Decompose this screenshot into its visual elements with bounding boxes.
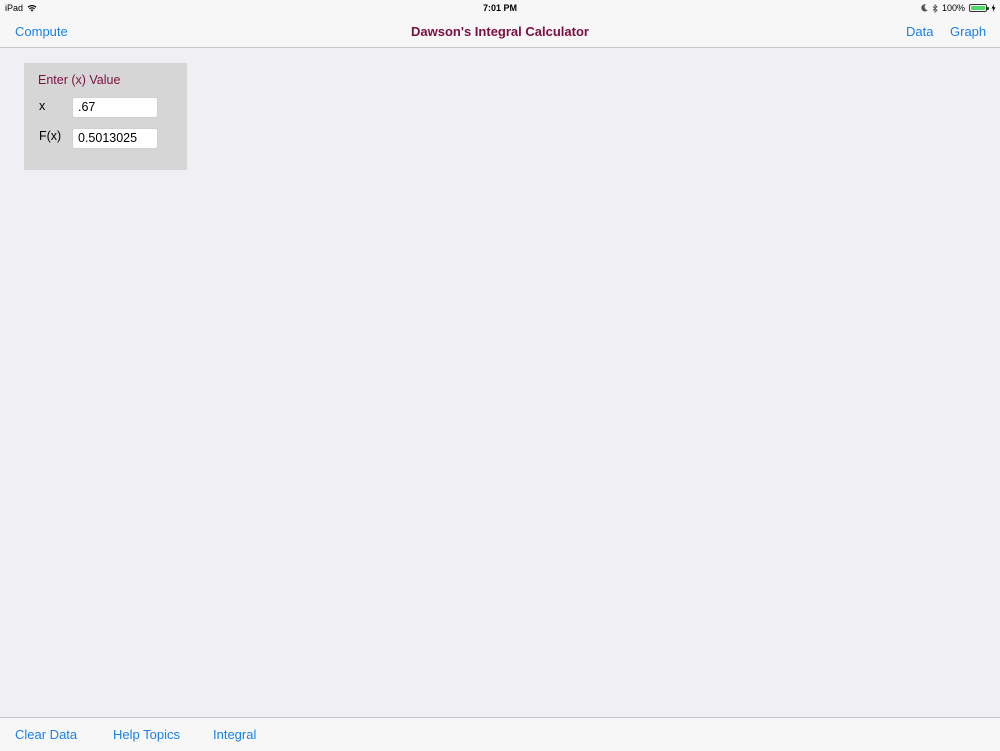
status-bar: iPad 7:01 PM 100%	[0, 0, 1000, 16]
status-right: 100%	[921, 3, 996, 13]
clear-data-button[interactable]: Clear Data	[15, 727, 77, 742]
charging-bolt-icon	[991, 4, 996, 12]
moon-icon	[921, 4, 928, 12]
panel-heading: Enter (x) Value	[38, 73, 121, 87]
integral-button[interactable]: Integral	[213, 727, 256, 742]
page-title: Dawson's Integral Calculator	[411, 24, 589, 39]
graph-button[interactable]: Graph	[950, 24, 986, 39]
bottom-toolbar: Clear Data Help Topics Integral	[0, 717, 1000, 751]
navigation-bar: Compute Dawson's Integral Calculator Dat…	[0, 16, 1000, 48]
x-input[interactable]: .67	[72, 97, 158, 118]
help-topics-button[interactable]: Help Topics	[113, 727, 180, 742]
battery-fill	[971, 6, 985, 10]
x-label: x	[39, 99, 46, 113]
input-panel: Enter (x) Value x .67 F(x) 0.5013025	[24, 63, 187, 170]
battery-icon	[969, 4, 989, 12]
data-button[interactable]: Data	[906, 24, 933, 39]
bluetooth-icon	[932, 3, 938, 13]
fx-label: F(x)	[39, 129, 62, 143]
fx-output-field[interactable]: 0.5013025	[72, 128, 158, 149]
battery-percent: 100%	[941, 3, 965, 13]
status-time: 7:01 PM	[482, 3, 517, 13]
